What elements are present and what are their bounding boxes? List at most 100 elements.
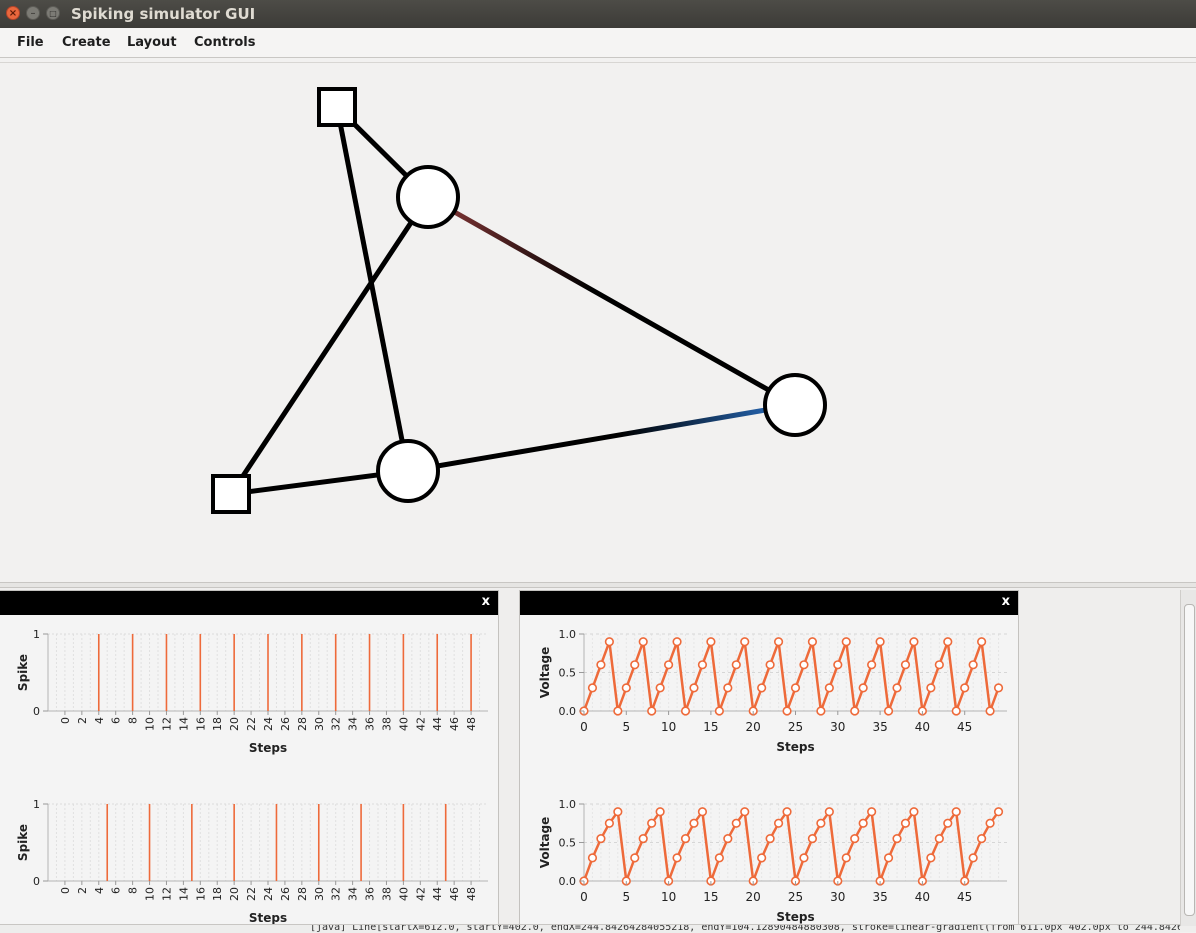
x-tick-label: 10 — [661, 890, 676, 904]
voltage-point — [613, 706, 623, 716]
voltage-point — [587, 683, 598, 693]
voltage-point — [773, 818, 784, 828]
voltage-point — [765, 660, 775, 670]
x-tick-label: 16 — [194, 717, 207, 731]
voltage-point — [621, 683, 631, 693]
scrollbar-thumb[interactable] — [1184, 604, 1195, 916]
y-axis-label: Voltage — [538, 647, 552, 699]
x-tick-label: 34 — [347, 717, 360, 731]
voltage-point — [740, 807, 750, 817]
y-tick-label: 0.5 — [559, 837, 577, 850]
panel-header[interactable]: x — [0, 591, 498, 615]
x-tick-label: 2 — [76, 717, 89, 724]
x-tick-label: 5 — [622, 890, 630, 904]
x-tick-label: 38 — [380, 717, 393, 731]
y-axis-label: Spike — [16, 654, 30, 691]
x-tick-label: 32 — [330, 887, 343, 901]
x-tick-label: 25 — [788, 720, 803, 734]
voltage-point — [647, 706, 657, 716]
voltage-point — [664, 660, 674, 670]
x-tick-label: 14 — [177, 887, 190, 901]
close-window-button[interactable]: × — [6, 6, 20, 20]
voltage-point — [587, 853, 598, 863]
voltage-point — [816, 818, 826, 828]
maximize-window-button[interactable]: □ — [46, 6, 60, 20]
menu-create[interactable]: Create — [62, 35, 111, 50]
voltage-point — [807, 637, 818, 647]
voltage-point — [943, 637, 953, 647]
x-tick-label: 45 — [957, 720, 972, 734]
x-tick-label: 20 — [228, 717, 241, 731]
x-tick-label: 34 — [347, 887, 360, 901]
x-tick-label: 20 — [746, 890, 761, 904]
network-canvas[interactable] — [0, 62, 1196, 583]
panel-header[interactable]: x — [520, 591, 1018, 615]
voltage-point — [807, 834, 818, 844]
edge-neuron1-neuron2[interactable] — [426, 194, 797, 408]
y-tick-label: 1.0 — [559, 628, 577, 641]
voltage-point — [951, 807, 961, 817]
voltage-point — [757, 853, 767, 863]
voltage-point — [841, 853, 851, 863]
menu-layout[interactable]: Layout — [127, 35, 177, 50]
vertical-scrollbar[interactable] — [1180, 590, 1196, 926]
voltage-point — [858, 683, 868, 693]
minimize-window-button[interactable]: – — [26, 6, 40, 20]
close-panel-button[interactable]: x — [482, 594, 490, 609]
x-tick-label: 20 — [228, 887, 241, 901]
x-tick-label: 30 — [313, 887, 326, 901]
voltage-point — [875, 637, 885, 647]
voltage-point — [926, 853, 936, 863]
edge-neuron3-neuron2[interactable] — [407, 402, 796, 474]
voltage-point — [782, 706, 792, 716]
y-axis-label: Spike — [16, 824, 30, 861]
voltage-point — [993, 683, 1004, 693]
x-tick-label: 6 — [110, 717, 123, 724]
menu-controls[interactable]: Controls — [194, 35, 255, 50]
voltage-point — [985, 706, 995, 716]
voltage-point — [833, 660, 843, 670]
input-node[interactable] — [317, 87, 357, 127]
neuron-node[interactable] — [376, 439, 440, 503]
edge-input1-neuron3[interactable] — [334, 106, 411, 472]
x-tick-label: 30 — [313, 717, 326, 731]
x-tick-label: 45 — [957, 890, 972, 904]
x-tick-label: 32 — [330, 717, 343, 731]
voltage-point — [824, 807, 834, 817]
close-panel-button[interactable]: x — [1002, 594, 1010, 609]
menu-file[interactable]: File — [17, 35, 44, 50]
x-tick-label: 20 — [746, 720, 761, 734]
neuron-node[interactable] — [763, 373, 827, 437]
voltage-point — [892, 683, 902, 693]
x-tick-label: 10 — [661, 720, 676, 734]
x-tick-label: 2 — [76, 887, 89, 894]
x-tick-label: 26 — [279, 717, 292, 731]
voltage-point — [850, 834, 860, 844]
voltage-plot-panel: x 0.0 0.5 1.0 0 5 10 15 20 25 30 35 40 45 Steps Voltag… — [519, 590, 1019, 932]
y-tick-label: 0.5 — [559, 667, 577, 680]
x-tick-label: 18 — [211, 717, 224, 731]
voltage-point — [613, 807, 623, 817]
neuron-node[interactable] — [396, 165, 460, 229]
x-tick-label: 12 — [160, 717, 173, 731]
voltage-point — [909, 807, 919, 817]
voltage-point — [790, 683, 801, 693]
voltage-point — [951, 706, 961, 716]
voltage-point — [883, 853, 894, 863]
voltage-point — [900, 818, 911, 828]
voltage-point — [655, 683, 665, 693]
voltage-point — [977, 834, 987, 844]
x-tick-label: 24 — [262, 887, 275, 901]
voltage-point — [706, 637, 716, 647]
voltage-point — [638, 637, 648, 647]
x-tick-label: 38 — [380, 887, 393, 901]
x-tick-label: 8 — [127, 717, 140, 724]
x-tick-label: 30 — [830, 720, 845, 734]
voltage-point — [765, 834, 775, 844]
x-tick-label: 22 — [245, 887, 258, 901]
x-tick-label: 18 — [211, 887, 224, 901]
x-tick-label: 36 — [364, 717, 377, 731]
input-node[interactable] — [211, 474, 251, 514]
x-tick-label: 0 — [59, 717, 72, 724]
voltage-point — [926, 683, 936, 693]
